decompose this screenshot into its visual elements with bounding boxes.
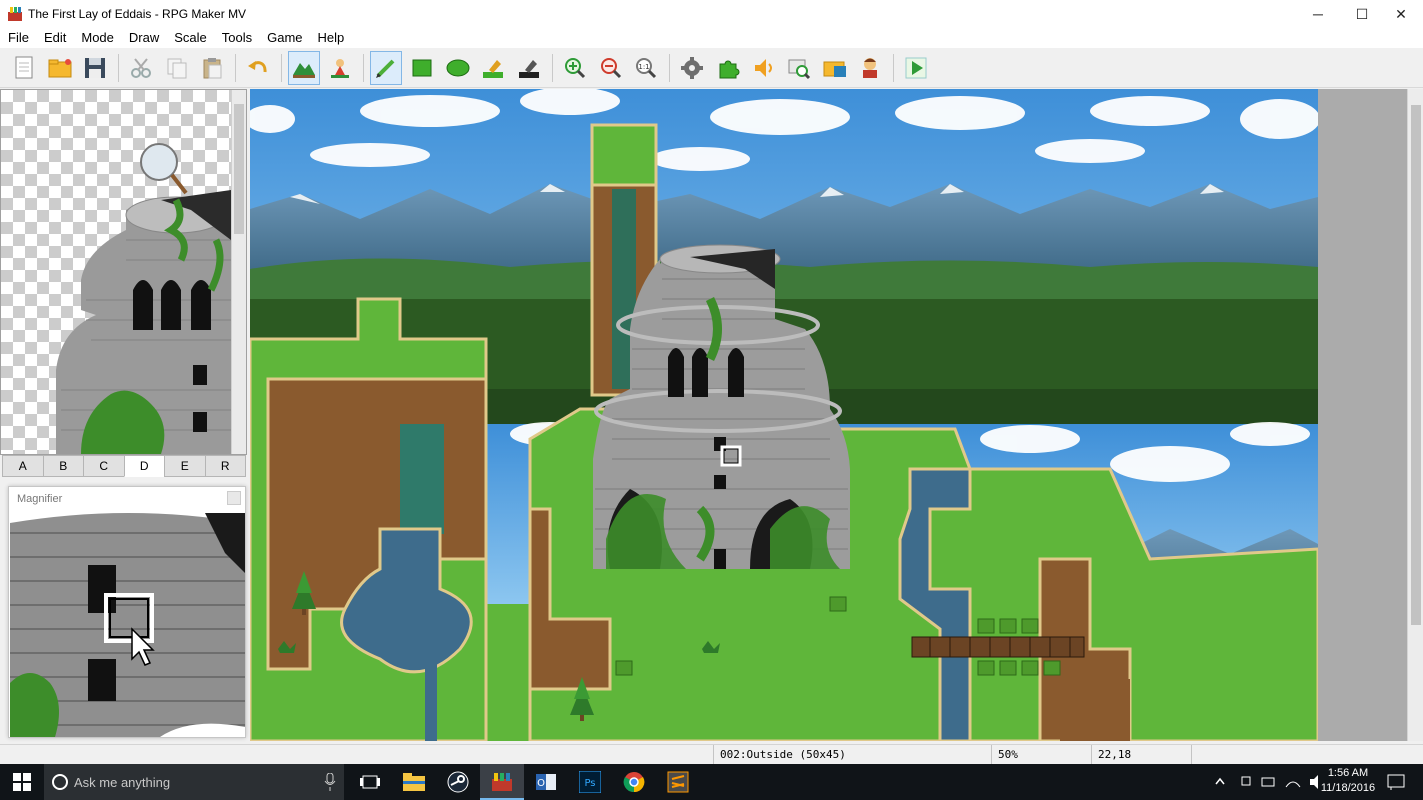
status-extra bbox=[1191, 745, 1423, 764]
tab-r[interactable]: R bbox=[204, 455, 246, 477]
copy-icon[interactable] bbox=[161, 51, 193, 85]
zoom-in-icon[interactable] bbox=[559, 51, 591, 85]
map-mode-icon[interactable] bbox=[288, 51, 320, 85]
tileset-palette[interactable] bbox=[0, 89, 247, 455]
battery-icon bbox=[1261, 777, 1275, 787]
svg-text:Ps: Ps bbox=[584, 778, 595, 789]
paste-icon[interactable] bbox=[196, 51, 228, 85]
cortana-search-box[interactable]: Ask me anything bbox=[44, 764, 344, 800]
rpg-maker-app-icon bbox=[8, 7, 22, 21]
menu-scale[interactable]: Scale bbox=[166, 28, 214, 48]
microphone-icon bbox=[324, 773, 336, 791]
tileset-tabs: A B C D E R bbox=[2, 455, 246, 477]
event-searcher-icon[interactable] bbox=[783, 51, 815, 85]
photoshop-icon[interactable]: Ps bbox=[568, 764, 612, 800]
windows-logo-icon bbox=[13, 773, 31, 791]
menu-game[interactable]: Game bbox=[259, 28, 309, 48]
character-generator-icon[interactable] bbox=[854, 51, 886, 85]
menu-tools[interactable]: Tools bbox=[214, 28, 259, 48]
wifi-icon bbox=[1285, 781, 1301, 788]
rectangle-icon[interactable] bbox=[406, 51, 438, 85]
svg-text:1:1: 1:1 bbox=[638, 63, 649, 71]
status-map-name: 002:Outside (50x45) bbox=[713, 745, 991, 764]
shadow-pen-icon[interactable] bbox=[513, 51, 545, 85]
clock-date: 11/18/2016 bbox=[1320, 782, 1376, 794]
status-bar: 002:Outside (50x45) 50% 22,18 bbox=[0, 744, 1423, 764]
start-button[interactable] bbox=[0, 764, 44, 800]
menu-mode[interactable]: Mode bbox=[73, 28, 121, 48]
magnifier-window[interactable]: Magnifier bbox=[8, 486, 246, 738]
map-outside-area bbox=[1318, 89, 1407, 741]
chrome-icon[interactable] bbox=[612, 764, 656, 800]
tileset-tower-tiles bbox=[56, 143, 231, 454]
menu-draw[interactable]: Draw bbox=[121, 28, 166, 48]
tab-d[interactable]: D bbox=[123, 455, 165, 477]
open-project-icon[interactable] bbox=[44, 51, 76, 85]
zoom-out-icon[interactable] bbox=[595, 51, 627, 85]
cut-icon[interactable] bbox=[125, 51, 157, 85]
magnifier-view bbox=[10, 513, 245, 737]
menu-edit[interactable]: Edit bbox=[36, 28, 73, 48]
clock-time: 1:56 AM bbox=[1327, 767, 1369, 779]
new-project-icon[interactable] bbox=[8, 51, 40, 85]
magnifier-title: Magnifier bbox=[9, 487, 245, 511]
file-explorer-icon[interactable] bbox=[392, 764, 436, 800]
map-scroll-thumb[interactable] bbox=[1411, 105, 1421, 625]
playtest-icon[interactable] bbox=[900, 51, 932, 85]
tileset-scrollbar[interactable] bbox=[231, 90, 246, 454]
sublime-icon[interactable] bbox=[656, 764, 700, 800]
tray-chevron-icon bbox=[1215, 777, 1225, 785]
system-clock[interactable]: 1:56 AM 11/18/2016 bbox=[1318, 766, 1378, 796]
rpg-maker-taskbar-icon[interactable] bbox=[480, 764, 524, 800]
undo-icon[interactable] bbox=[242, 51, 274, 85]
tab-b[interactable]: B bbox=[42, 455, 84, 477]
actual-size-icon[interactable]: 1:1 bbox=[630, 51, 662, 85]
tab-c[interactable]: C bbox=[83, 455, 125, 477]
pencil-icon[interactable] bbox=[370, 51, 402, 85]
outlook-icon[interactable]: O bbox=[524, 764, 568, 800]
map-scene bbox=[250, 89, 1318, 741]
toolbar: 1:1 bbox=[0, 48, 1423, 88]
search-placeholder: Ask me anything bbox=[74, 774, 171, 790]
magnifier-glass-icon bbox=[140, 143, 178, 181]
fill-icon[interactable] bbox=[477, 51, 509, 85]
save-project-icon[interactable] bbox=[79, 51, 111, 85]
steam-icon[interactable] bbox=[436, 764, 480, 800]
window-title: The First Lay of Eddais - RPG Maker MV bbox=[28, 7, 247, 21]
svg-text:O: O bbox=[537, 778, 545, 789]
menu-file[interactable]: File bbox=[0, 28, 36, 48]
status-coordinates: 22,18 bbox=[1091, 745, 1191, 764]
menu-help[interactable]: Help bbox=[310, 28, 352, 48]
map-vertical-scrollbar[interactable] bbox=[1407, 89, 1423, 741]
ellipse-icon[interactable] bbox=[442, 51, 474, 85]
system-tray bbox=[1215, 775, 1318, 789]
close-button[interactable]: ✕ bbox=[1378, 0, 1423, 28]
database-icon[interactable] bbox=[676, 51, 708, 85]
menu-bar: File Edit Mode Draw Scale Tools Game Hel… bbox=[0, 28, 1423, 48]
magnifier-close-button[interactable] bbox=[227, 491, 241, 505]
tab-a[interactable]: A bbox=[2, 455, 44, 477]
minimize-button[interactable]: ─ bbox=[1295, 0, 1341, 28]
event-mode-icon[interactable] bbox=[324, 51, 356, 85]
windows-taskbar: Ask me anything O Ps 1:56 AM 11/18/2016 bbox=[0, 764, 1423, 800]
tab-e[interactable]: E bbox=[164, 455, 206, 477]
task-view-icon[interactable] bbox=[348, 764, 392, 800]
cortana-icon bbox=[52, 774, 68, 790]
action-center-icon[interactable] bbox=[1387, 774, 1405, 790]
dropbox-icon bbox=[1241, 776, 1251, 786]
resource-manager-icon[interactable] bbox=[819, 51, 851, 85]
volume-icon bbox=[1310, 775, 1318, 789]
status-zoom: 50% bbox=[991, 745, 1091, 764]
tileset-scroll-thumb[interactable] bbox=[234, 104, 244, 234]
plugin-manager-icon[interactable] bbox=[712, 51, 744, 85]
map-canvas[interactable] bbox=[250, 89, 1318, 741]
sound-test-icon[interactable] bbox=[748, 51, 780, 85]
title-bar: The First Lay of Eddais - RPG Maker MV ─… bbox=[0, 0, 1423, 28]
